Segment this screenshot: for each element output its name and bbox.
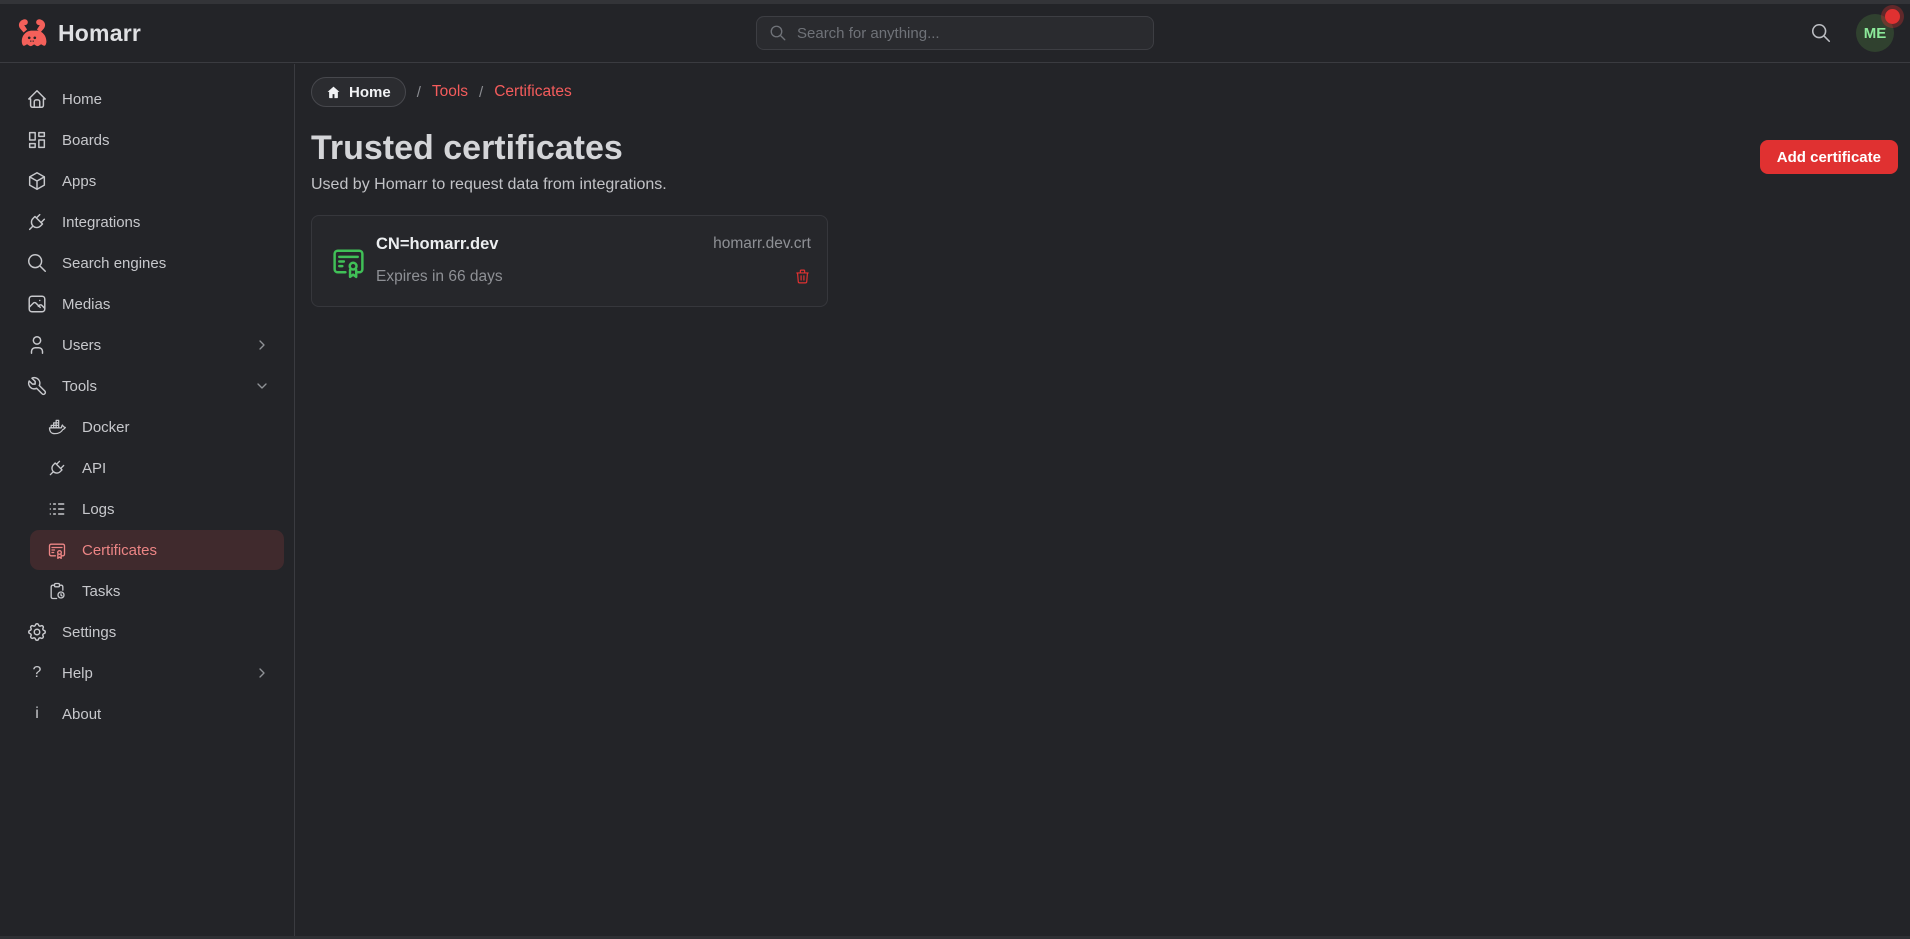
sidebar-item-settings[interactable]: Settings — [10, 612, 284, 652]
logs-icon — [46, 498, 68, 520]
breadcrumb-separator: / — [479, 84, 483, 101]
apps-box-icon — [26, 170, 48, 192]
delete-certificate-button[interactable] — [785, 266, 811, 288]
search-input[interactable] — [797, 25, 1141, 42]
sidebar-item-integrations[interactable]: Integrations — [10, 202, 284, 242]
sidebar-item-apps[interactable]: Apps — [10, 161, 284, 201]
certificate-icon — [46, 539, 68, 561]
search-icon — [26, 252, 48, 274]
sidebar-item-label: About — [62, 706, 101, 723]
info-icon: i — [26, 703, 48, 725]
certificate-icon — [330, 243, 367, 280]
user-menu[interactable]: ME — [1856, 14, 1894, 52]
sidebar-nav: Home Boards Apps Integrations Search eng… — [0, 64, 295, 936]
sidebar-item-label: Search engines — [62, 255, 166, 272]
app-logo-group[interactable]: Homarr — [16, 17, 141, 49]
search-icon — [1810, 22, 1832, 44]
sidebar-item-medias[interactable]: Medias — [10, 284, 284, 324]
sidebar-item-label: Certificates — [82, 542, 157, 559]
sidebar-item-tasks[interactable]: Tasks — [30, 571, 284, 611]
sidebar-item-label: Logs — [82, 501, 115, 518]
sidebar-item-label: Tasks — [82, 583, 120, 600]
sidebar-item-users[interactable]: Users — [10, 325, 284, 365]
home-icon — [26, 88, 48, 110]
sidebar-item-api[interactable]: API — [30, 448, 284, 488]
breadcrumb-tools[interactable]: Tools — [432, 83, 468, 101]
app-title: Homarr — [58, 20, 141, 47]
plug-icon — [26, 211, 48, 233]
sidebar-item-label: Help — [62, 665, 93, 682]
sidebar-item-label: Users — [62, 337, 101, 354]
photo-icon — [26, 293, 48, 315]
trash-icon — [794, 268, 811, 285]
sidebar-item-label: Docker — [82, 419, 130, 436]
global-search-box[interactable] — [756, 16, 1154, 50]
sidebar-item-label: Boards — [62, 132, 110, 149]
home-icon — [326, 85, 341, 100]
window-top-edge — [0, 0, 1910, 4]
sidebar-item-logs[interactable]: Logs — [30, 489, 284, 529]
plug-icon — [46, 457, 68, 479]
search-icon — [769, 24, 787, 42]
certificate-card: CN=homarr.dev homarr.dev.crt Expires in … — [311, 215, 828, 307]
breadcrumb-separator: / — [417, 84, 421, 101]
main-content: Home / Tools / Certificates Trusted cert… — [296, 64, 1910, 936]
sidebar-item-label: Home — [62, 91, 102, 108]
breadcrumb-home-label: Home — [349, 84, 391, 101]
wrench-icon — [26, 375, 48, 397]
breadcrumb-home[interactable]: Home — [311, 77, 406, 107]
help-icon: ? — [26, 662, 48, 684]
sidebar-item-boards[interactable]: Boards — [10, 120, 284, 160]
sidebar-item-search-engines[interactable]: Search engines — [10, 243, 284, 283]
breadcrumb-certificates[interactable]: Certificates — [494, 83, 572, 101]
certificate-expiry: Expires in 66 days — [376, 268, 503, 286]
certificate-file-name: homarr.dev.crt — [713, 235, 811, 253]
user-icon — [26, 334, 48, 356]
tasks-clipboard-icon — [46, 580, 68, 602]
certificate-icon-wrap — [328, 231, 368, 291]
notification-badge — [1885, 9, 1900, 24]
page-title: Trusted certificates — [311, 130, 1898, 167]
app-header: Homarr ME — [0, 4, 1910, 63]
docker-icon — [46, 416, 68, 438]
sidebar-item-label: Settings — [62, 624, 116, 641]
sidebar-item-about[interactable]: i About — [10, 694, 284, 734]
sidebar-item-help[interactable]: ? Help — [10, 653, 284, 693]
sidebar-item-label: Medias — [62, 296, 110, 313]
sidebar-item-tools[interactable]: Tools — [10, 366, 284, 406]
certificate-common-name: CN=homarr.dev — [376, 235, 498, 254]
chevron-right-icon — [254, 665, 270, 681]
gear-icon — [26, 621, 48, 643]
sidebar-item-label: Integrations — [62, 214, 140, 231]
chevron-right-icon — [254, 337, 270, 353]
add-certificate-button[interactable]: Add certificate — [1760, 140, 1898, 174]
sidebar-item-certificates[interactable]: Certificates — [30, 530, 284, 570]
sidebar-item-home[interactable]: Home — [10, 79, 284, 119]
sidebar-item-label: Apps — [62, 173, 96, 190]
boards-icon — [26, 129, 48, 151]
chevron-down-icon — [254, 378, 270, 394]
breadcrumb: Home / Tools / Certificates — [311, 77, 1898, 107]
page-subtitle: Used by Homarr to request data from inte… — [311, 176, 1898, 194]
sidebar-item-docker[interactable]: Docker — [30, 407, 284, 447]
sidebar-item-label: Tools — [62, 378, 97, 395]
header-search-button[interactable] — [1808, 20, 1834, 46]
homarr-logo-icon — [16, 17, 48, 49]
sidebar-item-label: API — [82, 460, 106, 477]
